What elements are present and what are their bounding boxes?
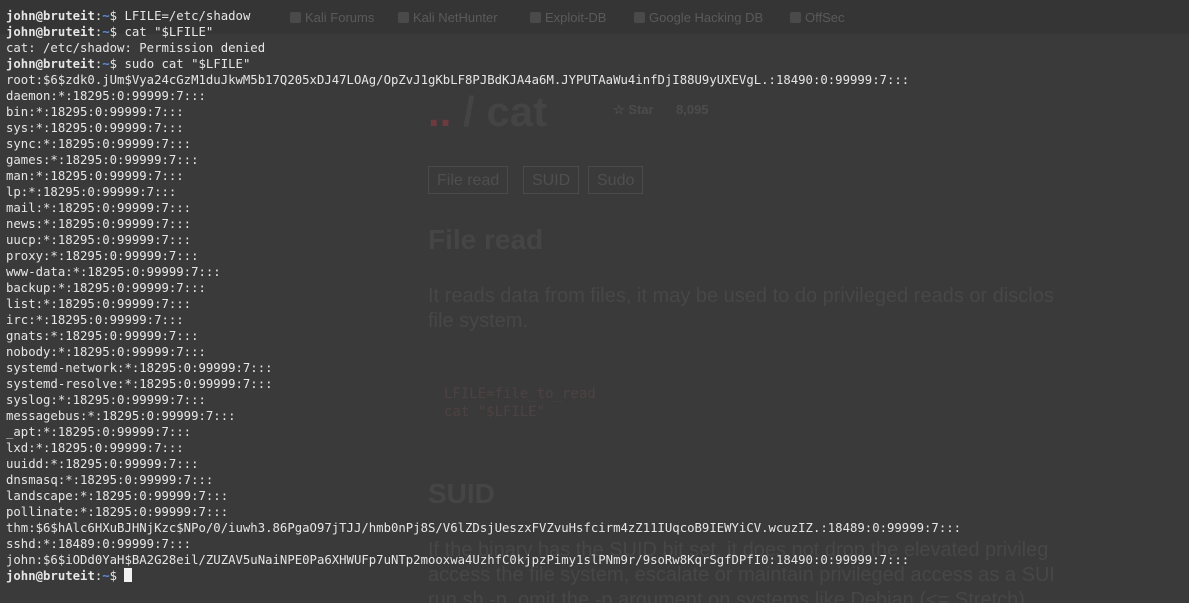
terminal-output-line: thm:$6$hAlc6HXuBJHNjKzc$NPo/0/iuwh3.86Pg… [6, 521, 962, 535]
terminal-command-line: john@bruteit:~$ sudo cat "$LFILE" [6, 56, 1189, 72]
text-cursor[interactable] [124, 568, 133, 582]
prompt-host: bruteit [43, 57, 95, 71]
terminal-output-line: sync:*:18295:0:99999:7::: [6, 137, 192, 151]
terminal-command-line: john@bruteit:~$ [6, 568, 1189, 584]
terminal-command-line: john@bruteit:~$ LFILE=/etc/shadow [6, 8, 1189, 24]
prompt-at: @ [35, 569, 44, 583]
prompt-path: ~ [102, 25, 110, 39]
terminal-output-line: lp:*:18295:0:99999:7::: [6, 185, 177, 199]
terminal-output-line: gnats:*:18295:0:99999:7::: [6, 329, 199, 343]
terminal-output-line: root:$6$zdk0.jUm$Vya24cGzM1duJkwM5b17Q20… [6, 73, 910, 87]
prompt-user: john [6, 57, 36, 71]
command-text: LFILE=/etc/shadow [124, 9, 251, 23]
terminal-output-line: systemd-resolve:*:18295:0:99999:7::: [6, 377, 273, 391]
prompt-host: bruteit [43, 569, 95, 583]
prompt-path: ~ [102, 57, 110, 71]
prompt-host: bruteit [43, 25, 95, 39]
terminal-output-line: bin:*:18295:0:99999:7::: [6, 105, 184, 119]
prompt-user: john [6, 25, 36, 39]
terminal-output-line: nobody:*:18295:0:99999:7::: [6, 345, 206, 359]
prompt-host: bruteit [43, 9, 95, 23]
terminal-output-line: list:*:18295:0:99999:7::: [6, 297, 192, 311]
terminal-output-line: man:*:18295:0:99999:7::: [6, 169, 184, 183]
terminal-output-line: sshd:*:18489:0:99999:7::: [6, 537, 192, 551]
terminal-output-line: landscape:*:18295:0:99999:7::: [6, 489, 229, 503]
terminal-output-line: cat: /etc/shadow: Permission denied [6, 41, 266, 55]
terminal-output-line: messagebus:*:18295:0:99999:7::: [6, 409, 236, 423]
terminal-output-line: proxy:*:18295:0:99999:7::: [6, 249, 199, 263]
prompt-at: @ [35, 57, 44, 71]
prompt-user: john [6, 569, 36, 583]
prompt-symbol: $ [109, 57, 118, 71]
prompt-symbol: $ [109, 9, 118, 23]
prompt-path: ~ [102, 569, 110, 583]
terminal-output-line: john:$6$iODd0YaH$BA2G28eil/ZUZAV5uNaiNPE… [6, 553, 910, 567]
terminal-output-line: lxd:*:18295:0:99999:7::: [6, 441, 184, 455]
terminal-output-line: syslog:*:18295:0:99999:7::: [6, 393, 206, 407]
terminal-output-line: news:*:18295:0:99999:7::: [6, 217, 192, 231]
terminal-output-line: daemon:*:18295:0:99999:7::: [6, 89, 206, 103]
terminal-output-line: _apt:*:18295:0:99999:7::: [6, 425, 192, 439]
terminal-command-line: john@bruteit:~$ cat "$LFILE" [6, 24, 1189, 40]
terminal-output-line: games:*:18295:0:99999:7::: [6, 153, 199, 167]
terminal-output-line: pollinate:*:18295:0:99999:7::: [6, 505, 229, 519]
terminal-output-line: uucp:*:18295:0:99999:7::: [6, 233, 192, 247]
command-text: cat "$LFILE" [124, 25, 214, 39]
terminal-output-line: sys:*:18295:0:99999:7::: [6, 121, 184, 135]
prompt-symbol: $ [109, 569, 118, 583]
terminal-output-line: www-data:*:18295:0:99999:7::: [6, 265, 221, 279]
terminal-output-line: backup:*:18295:0:99999:7::: [6, 281, 206, 295]
terminal-window[interactable]: john@bruteit:~$ LFILE=/etc/shadow john@br… [0, 0, 1189, 603]
screen: Kali Forums Kali NetHunter Exploit-DB Go… [0, 0, 1189, 603]
terminal-output-line: uuidd:*:18295:0:99999:7::: [6, 457, 199, 471]
prompt-at: @ [35, 25, 44, 39]
prompt-user: john [6, 9, 36, 23]
prompt-at: @ [35, 9, 44, 23]
terminal-output-line: systemd-network:*:18295:0:99999:7::: [6, 361, 273, 375]
terminal-output-line: mail:*:18295:0:99999:7::: [6, 201, 192, 215]
prompt-path: ~ [102, 9, 110, 23]
prompt-symbol: $ [109, 25, 118, 39]
terminal-output-line: irc:*:18295:0:99999:7::: [6, 313, 184, 327]
terminal-output-line: dnsmasq:*:18295:0:99999:7::: [6, 473, 214, 487]
command-text: sudo cat "$LFILE" [124, 57, 251, 71]
